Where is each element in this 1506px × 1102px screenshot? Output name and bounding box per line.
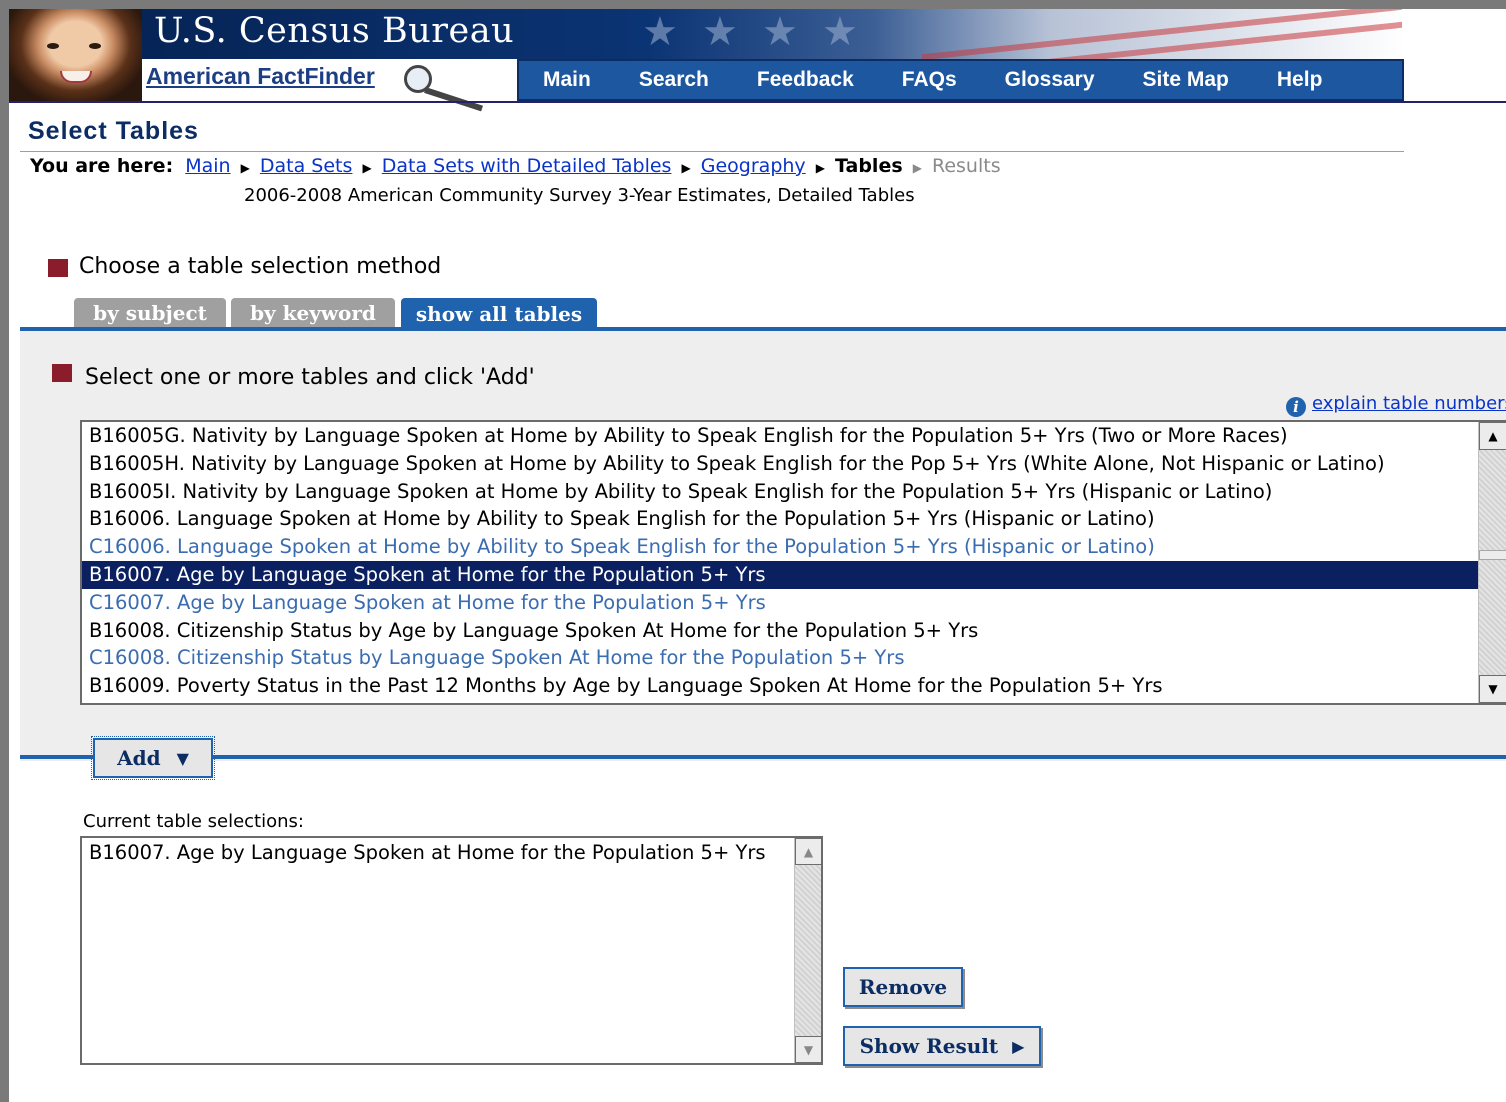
flag-star-icon: ★ [642,9,678,55]
arrow-right-icon: ▶ [362,161,372,175]
table-list-scrollbar[interactable]: ▲ ▼ [1478,422,1506,703]
breadcrumb-link-geography[interactable]: Geography [701,155,806,177]
add-button-label: Add [117,746,161,770]
table-list-item[interactable]: B16005G. Nativity by Language Spoken at … [82,422,1478,450]
current-selections-rows: B16007. Age by Language Spoken at Home f… [82,838,821,868]
play-arrow-icon: ▶ [1012,1036,1025,1056]
step1-label: Choose a table selection method [79,254,442,279]
show-result-button[interactable]: Show Result ▶ [843,1026,1041,1066]
table-list-item[interactable]: C16006. Language Spoken at Home by Abili… [82,533,1478,561]
dataset-name: 2006-2008 American Community Survey 3-Ye… [244,185,915,206]
arrow-right-icon: ▶ [912,161,922,175]
breadcrumb-link-data-sets[interactable]: Data Sets [260,155,353,177]
banner-photo [9,9,142,101]
page: ★ ★ ★ ★ U.S. Census Bureau American Fact… [9,9,1506,1102]
scroll-down-arrow-icon[interactable]: ▼ [1479,675,1506,703]
breadcrumb-current: Tables [835,155,903,177]
photo-eye [47,43,59,49]
table-list-item[interactable]: B16007. Age by Language Spoken at Home f… [82,560,1478,589]
current-selection-item[interactable]: B16007. Age by Language Spoken at Home f… [82,838,821,868]
step-bullet-icon [48,259,68,277]
scrollbar-thumb[interactable] [1479,550,1506,560]
table-list-item[interactable]: C16008. Citizenship Status by Language S… [82,644,1478,672]
flag-star-icon: ★ [702,9,738,55]
main-nav: Main Search Feedback FAQs Glossary Site Map He… [517,59,1404,101]
table-list-item[interactable]: B16005I. Nativity by Language Spoken at … [82,478,1478,506]
photo-eye [89,43,101,49]
product-logo[interactable]: American FactFinder [142,59,522,112]
tab-by-keyword[interactable]: by keyword [231,298,395,328]
page-title: Select Tables [28,117,199,145]
nav-faqs[interactable]: FAQs [878,68,981,92]
magnifier-handle [424,87,483,112]
down-arrow-icon: ▼ [176,748,189,768]
title-band: ★ ★ ★ ★ U.S. Census Bureau [142,9,1404,59]
table-list-item[interactable]: B16006. Language Spoken at Home by Abili… [82,505,1478,533]
table-list-item[interactable]: C16007. Age by Language Spoken at Home f… [82,589,1478,617]
current-selections-list[interactable]: B16007. Age by Language Spoken at Home f… [80,836,823,1065]
add-divider [20,755,1506,759]
breadcrumb-link-detailed-tables[interactable]: Data Sets with Detailed Tables [382,155,672,177]
info-icon[interactable]: i [1286,397,1306,417]
banner: ★ ★ ★ ★ U.S. Census Bureau American Fact… [9,9,1506,112]
nav-glossary[interactable]: Glossary [981,68,1119,92]
arrow-right-icon: ▶ [681,161,691,175]
product-logo-text[interactable]: American FactFinder [146,63,375,90]
title-divider [20,151,1404,152]
banner-divider [9,101,1506,103]
remove-button-label: Remove [858,975,948,999]
flag-star-icon: ★ [762,9,798,55]
explain-table-numbers-link[interactable]: explain table numbers [1312,393,1506,414]
agency-title: U.S. Census Bureau [154,11,515,51]
table-list[interactable]: B16005G. Nativity by Language Spoken at … [80,420,1506,705]
arrow-right-icon: ▶ [240,161,250,175]
table-list-item[interactable]: B16005H. Nativity by Language Spoken at … [82,450,1478,478]
scroll-down-arrow-icon[interactable]: ▼ [795,1036,821,1063]
current-selections-label: Current table selections: [83,811,304,832]
explain-table-numbers[interactable]: i explain table numbers [1286,393,1506,417]
breadcrumb-next: Results [931,155,1001,177]
flag-star-icon: ★ [822,9,858,55]
breadcrumb: You are here: Main ▶ Data Sets ▶ Data Se… [30,155,1001,177]
breadcrumb-link-main[interactable]: Main [185,155,230,177]
table-list-item[interactable]: B16009. Poverty Status in the Past 12 Mo… [82,672,1478,700]
scroll-up-arrow-icon[interactable]: ▲ [1479,422,1506,450]
tab-show-all-tables[interactable]: show all tables [401,298,597,329]
arrow-right-icon: ▶ [815,161,825,175]
table-list-item[interactable]: C16009. Poverty Status in the Past 12 Mo… [82,700,1478,703]
step-bullet-icon [52,364,72,382]
step2-label: Select one or more tables and click 'Add… [85,365,535,390]
flag-stripe [922,21,1402,59]
nav-site-map[interactable]: Site Map [1119,68,1253,92]
scroll-up-arrow-icon[interactable]: ▲ [795,838,821,865]
nav-help[interactable]: Help [1253,68,1347,92]
breadcrumb-label: You are here: [30,155,174,177]
nav-feedback[interactable]: Feedback [733,68,878,92]
photo-smile [60,71,92,83]
add-button[interactable]: Add ▼ [91,736,215,780]
show-result-button-label: Show Result [859,1034,999,1058]
nav-main[interactable]: Main [519,68,615,92]
table-list-item[interactable]: B16008. Citizenship Status by Age by Lan… [82,617,1478,645]
table-list-rows: B16005G. Nativity by Language Spoken at … [82,422,1478,703]
nav-search[interactable]: Search [615,68,733,92]
remove-button[interactable]: Remove [843,967,963,1007]
tab-by-subject[interactable]: by subject [74,298,226,328]
current-list-scrollbar[interactable]: ▲ ▼ [794,838,821,1063]
